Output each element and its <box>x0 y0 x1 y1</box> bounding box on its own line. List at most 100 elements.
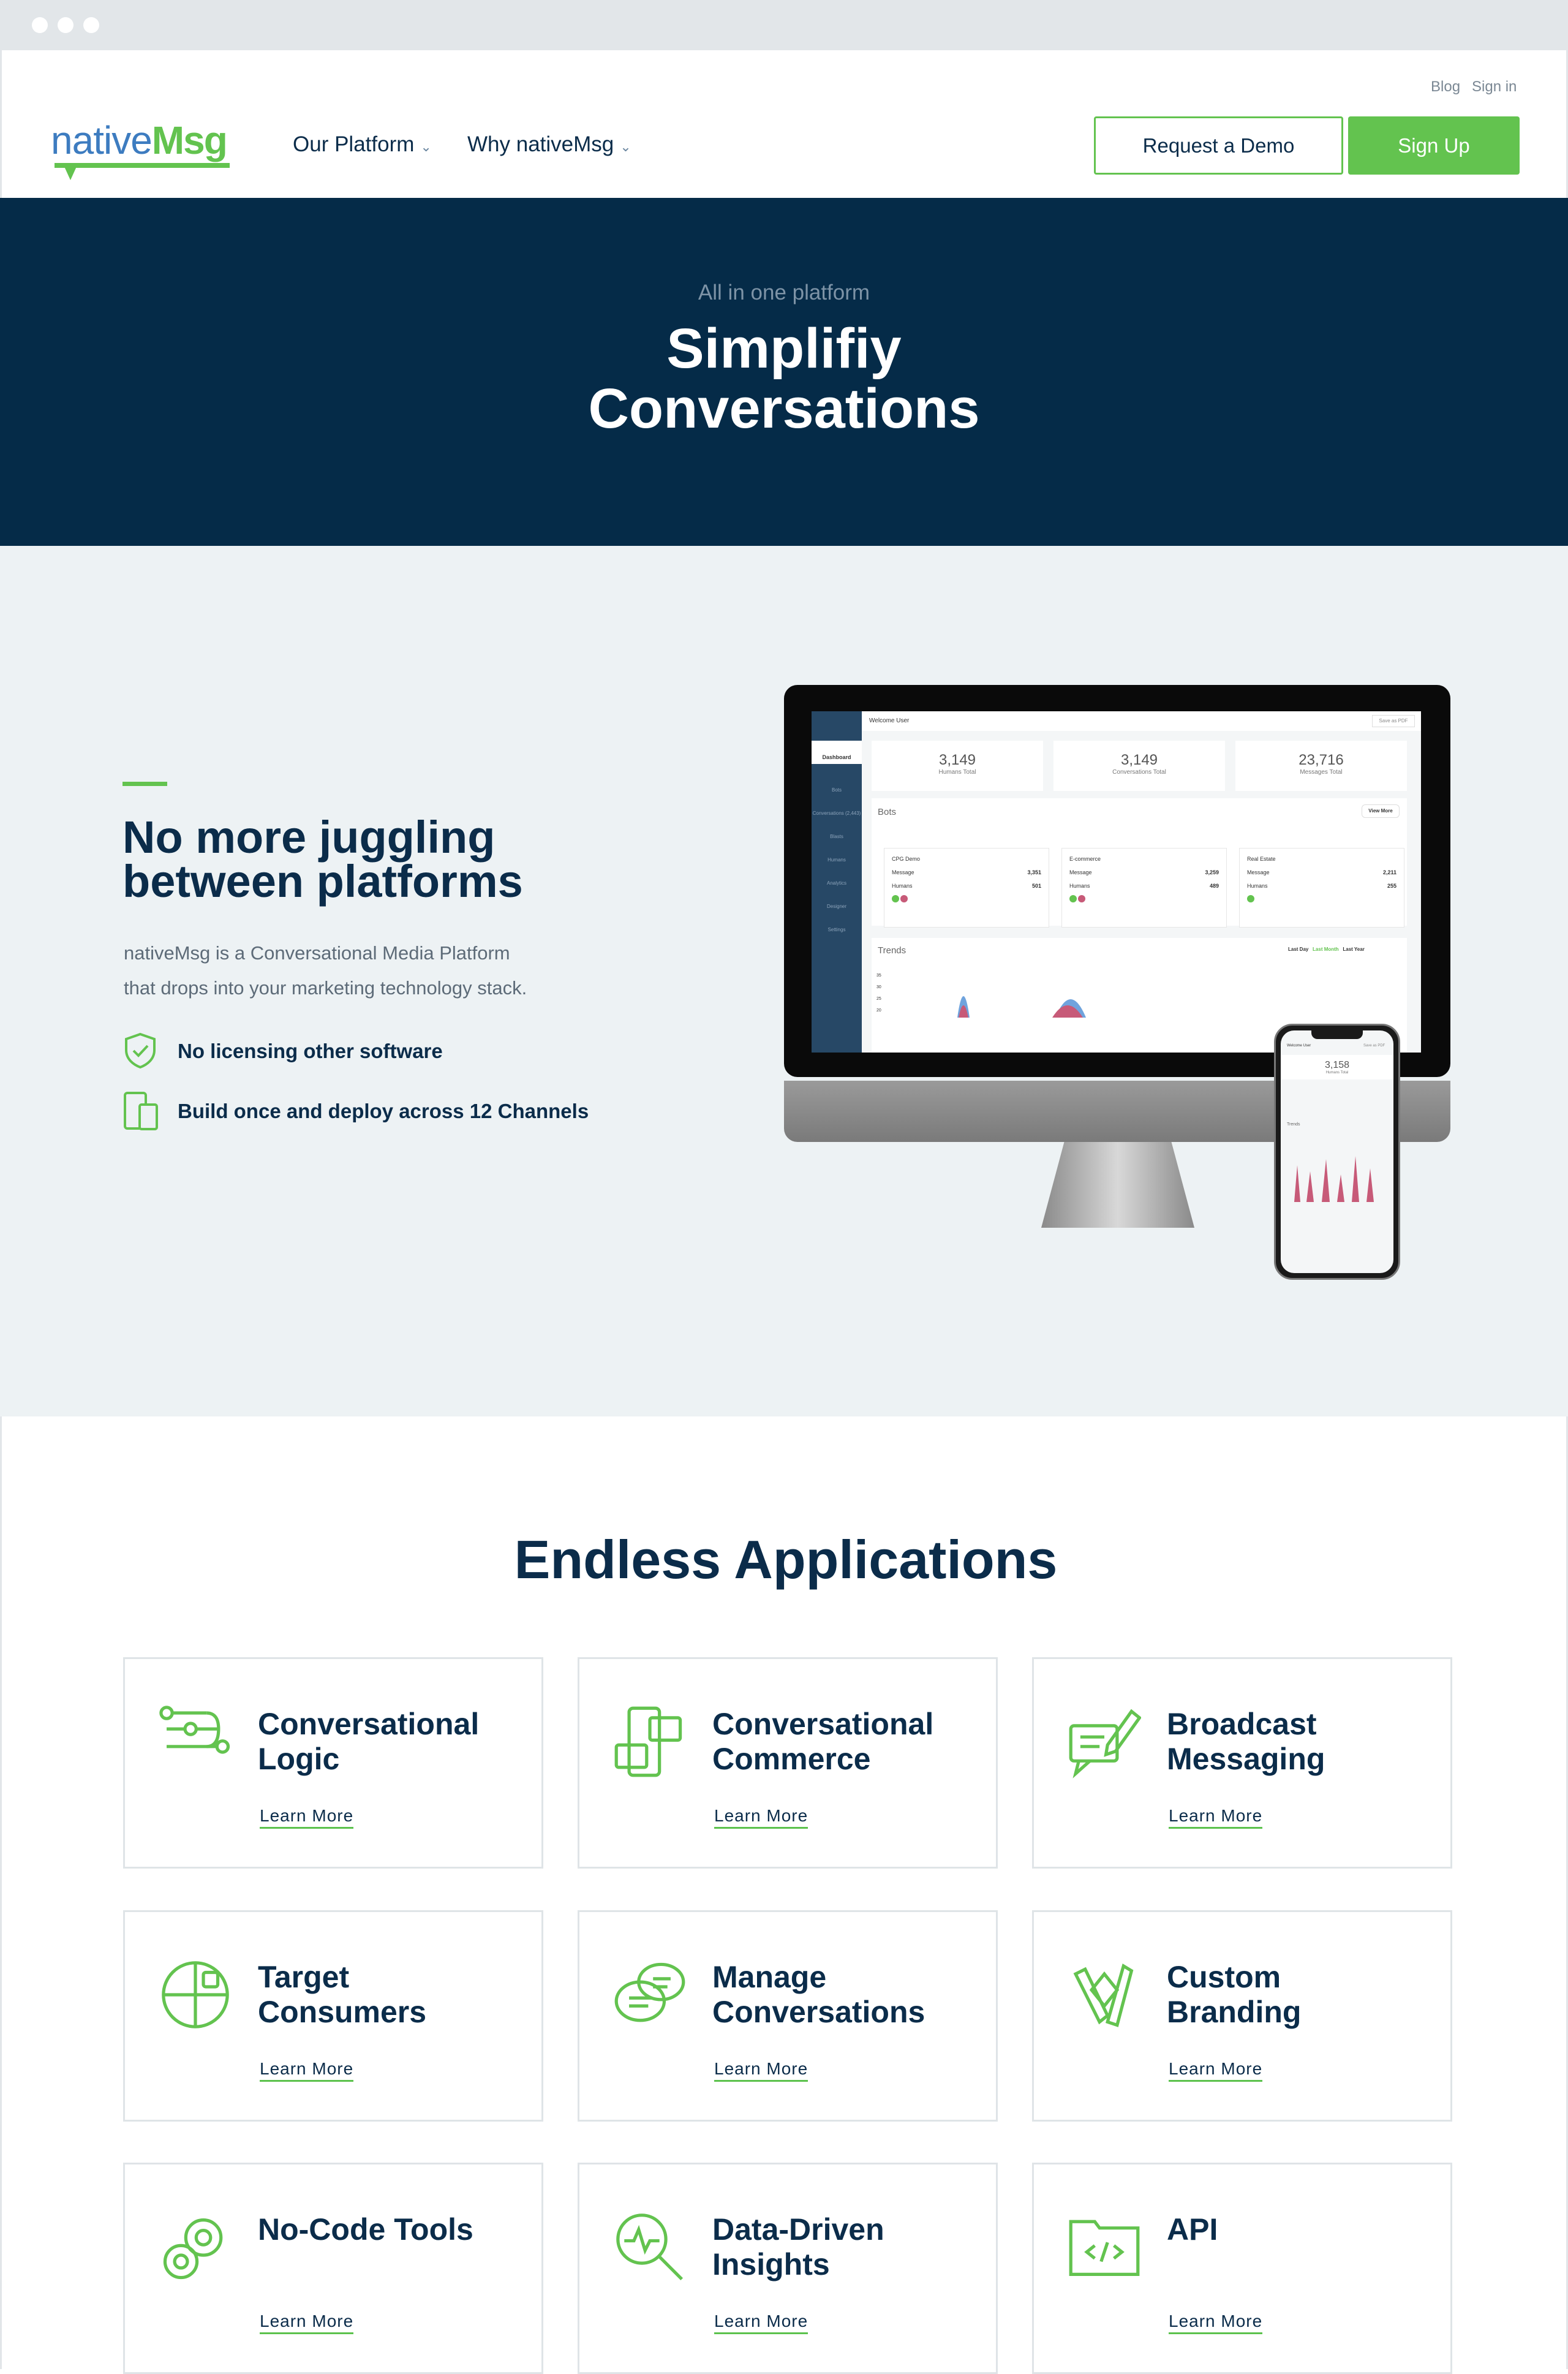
learn-more-link[interactable]: Learn More <box>714 2312 809 2334</box>
learn-more-link[interactable]: Learn More <box>714 2059 809 2082</box>
intro-paragraph: nativeMsg is a Conversational Media Plat… <box>124 936 527 1005</box>
application-card[interactable]: No-Code Tools Learn More <box>123 2163 543 2374</box>
hero-banner: All in one platform Simplifiy Conversati… <box>0 198 1568 546</box>
card-title: Conversational Logic <box>258 1707 480 1776</box>
heading-line: between platforms <box>123 856 523 907</box>
phone-trends-title: Trends <box>1287 1122 1300 1127</box>
application-card[interactable]: Data-Driven Insights Learn More <box>578 2163 998 2374</box>
bot-humans-value: 489 <box>1209 883 1219 889</box>
hero-eyebrow: All in one platform <box>698 281 870 304</box>
logo-text-msg: Msg <box>151 118 228 162</box>
hero-title-line2: Conversations <box>588 377 980 440</box>
stat-label: Humans Total <box>938 769 976 776</box>
sign-up-button[interactable]: Sign Up <box>1348 116 1520 175</box>
phone-mockup: Welcome User Save as PDF 3,158 Humans Tot… <box>1274 1024 1400 1280</box>
phone-stat: 3,158 Humans Total <box>1281 1055 1393 1079</box>
stat-label: Messages Total <box>1300 769 1343 776</box>
learn-more-link[interactable]: Learn More <box>714 1806 809 1829</box>
broadcast-pen-icon <box>1069 1709 1141 1779</box>
paragraph-line: nativeMsg is a Conversational Media Plat… <box>124 942 510 964</box>
channel-icon <box>892 895 899 902</box>
channel-icon <box>900 895 908 902</box>
phone-stat-value: 3,158 <box>1324 1060 1350 1070</box>
blog-link[interactable]: Blog <box>1431 78 1460 96</box>
bot-message-value: 2,211 <box>1382 869 1396 875</box>
nav-why-nativemsg[interactable]: Why nativeMsg ⌄ <box>467 132 631 157</box>
stat-value: 23,716 <box>1298 752 1344 768</box>
logic-flow-icon <box>159 1706 230 1754</box>
stat-card: 3,149 Humans Total <box>872 741 1043 791</box>
dashboard-nav-item[interactable]: Bots <box>812 779 862 802</box>
application-card[interactable]: Manage Conversations Learn More <box>578 1910 998 2122</box>
card-title: Conversational Commerce <box>712 1707 934 1776</box>
dashboard-nav-item[interactable]: Analytics <box>812 872 862 895</box>
intro-heading: No more juggling between platforms <box>123 815 523 904</box>
card-title: Broadcast Messaging <box>1167 1707 1325 1776</box>
phone-trend-chart <box>1294 1156 1374 1202</box>
sign-in-link[interactable]: Sign in <box>1472 78 1517 96</box>
dashboard-nav-item[interactable]: Designer <box>812 895 862 918</box>
stat-card: 3,149 Conversations Total <box>1054 741 1225 791</box>
request-demo-button[interactable]: Request a Demo <box>1094 116 1343 175</box>
bot-humans-label: Humans <box>892 883 913 889</box>
applications-section: Endless Applications Conversational Logi… <box>0 1416 1568 2374</box>
magnifier-chart-icon <box>616 2213 684 2281</box>
bot-message-value: 3,259 <box>1205 869 1219 875</box>
save-pdf-button[interactable]: Save as PDF <box>1372 715 1415 727</box>
browser-chrome <box>0 0 1568 50</box>
learn-more-link[interactable]: Learn More <box>260 1806 354 1829</box>
gears-icon <box>163 2218 223 2280</box>
application-card[interactable]: Custom Branding Learn More <box>1032 1910 1452 2122</box>
applications-title: Endless Applications <box>514 1529 1058 1590</box>
paragraph-line: that drops into your marketing technolog… <box>124 977 527 999</box>
phone-screen: Welcome User Save as PDF 3,158 Humans Tot… <box>1281 1030 1393 1273</box>
range-last-month[interactable]: Last Month <box>1313 947 1339 952</box>
card-title: Target Consumers <box>258 1960 427 2029</box>
learn-more-link[interactable]: Learn More <box>260 2059 354 2082</box>
range-last-day[interactable]: Last Day <box>1288 947 1308 952</box>
card-title: No-Code Tools <box>258 2212 473 2247</box>
application-card[interactable]: API Learn More <box>1032 2163 1452 2374</box>
range-last-year[interactable]: Last Year <box>1343 947 1364 952</box>
phone-welcome: Welcome User <box>1287 1044 1311 1048</box>
channel-icon <box>1247 895 1254 902</box>
learn-more-link[interactable]: Learn More <box>260 2312 354 2334</box>
dashboard-nav-item[interactable]: Settings <box>812 918 862 942</box>
logo[interactable]: nativeMsg <box>51 118 235 180</box>
logo-underline <box>55 163 230 168</box>
trends-title: Trends <box>878 945 907 956</box>
bot-card[interactable]: CPG Demo Message 3,351 Humans 501 <box>884 848 1049 928</box>
application-card[interactable]: Conversational Commerce Learn More <box>578 1657 998 1869</box>
bot-name: CPG Demo <box>892 856 921 862</box>
learn-more-link[interactable]: Learn More <box>1169 1806 1263 1829</box>
dashboard-nav-item[interactable]: Dashboard <box>812 741 862 764</box>
monitor-stand <box>1041 1142 1194 1228</box>
bot-card[interactable]: E-commerce Message 3,259 Humans 489 <box>1061 848 1227 928</box>
learn-more-link[interactable]: Learn More <box>1169 2312 1263 2334</box>
application-card[interactable]: Conversational Logic Learn More <box>123 1657 543 1869</box>
dashboard-sidebar: Dashboard Bots Conversations (2,443) Bla… <box>812 711 862 1053</box>
phone-save-pdf[interactable]: Save as PDF <box>1363 1044 1385 1048</box>
channel-icon <box>1078 895 1085 902</box>
bot-name: Real Estate <box>1247 856 1276 862</box>
dashboard-nav-item[interactable]: Humans <box>812 849 862 872</box>
card-title: Data-Driven Insights <box>712 2212 884 2281</box>
chevron-down-icon: ⌄ <box>420 139 432 154</box>
application-card[interactable]: Broadcast Messaging Learn More <box>1032 1657 1452 1869</box>
nav-our-platform[interactable]: Our Platform ⌄ <box>293 132 432 157</box>
y-tick: 25 <box>876 997 881 1001</box>
bot-humans-label: Humans <box>1247 883 1268 889</box>
code-folder-icon <box>1069 2220 1140 2276</box>
learn-more-link[interactable]: Learn More <box>1169 2059 1263 2082</box>
bot-card[interactable]: Real Estate Message 2,211 Humans 255 <box>1239 848 1404 928</box>
dashboard-nav-item[interactable]: Conversations (2,443) <box>812 802 862 825</box>
stat-card: 23,716 Messages Total <box>1235 741 1407 791</box>
application-card[interactable]: Target Consumers Learn More <box>123 1910 543 2122</box>
view-more-button[interactable]: View More <box>1362 804 1400 818</box>
channel-icon <box>1069 895 1077 902</box>
bots-title: Bots <box>878 807 897 817</box>
trend-y-ticks: 35 30 25 20 <box>876 970 881 1016</box>
bot-humans-value: 501 <box>1031 883 1041 889</box>
dashboard-nav-item[interactable]: Blasts <box>812 825 862 849</box>
y-tick: 30 <box>876 985 881 989</box>
